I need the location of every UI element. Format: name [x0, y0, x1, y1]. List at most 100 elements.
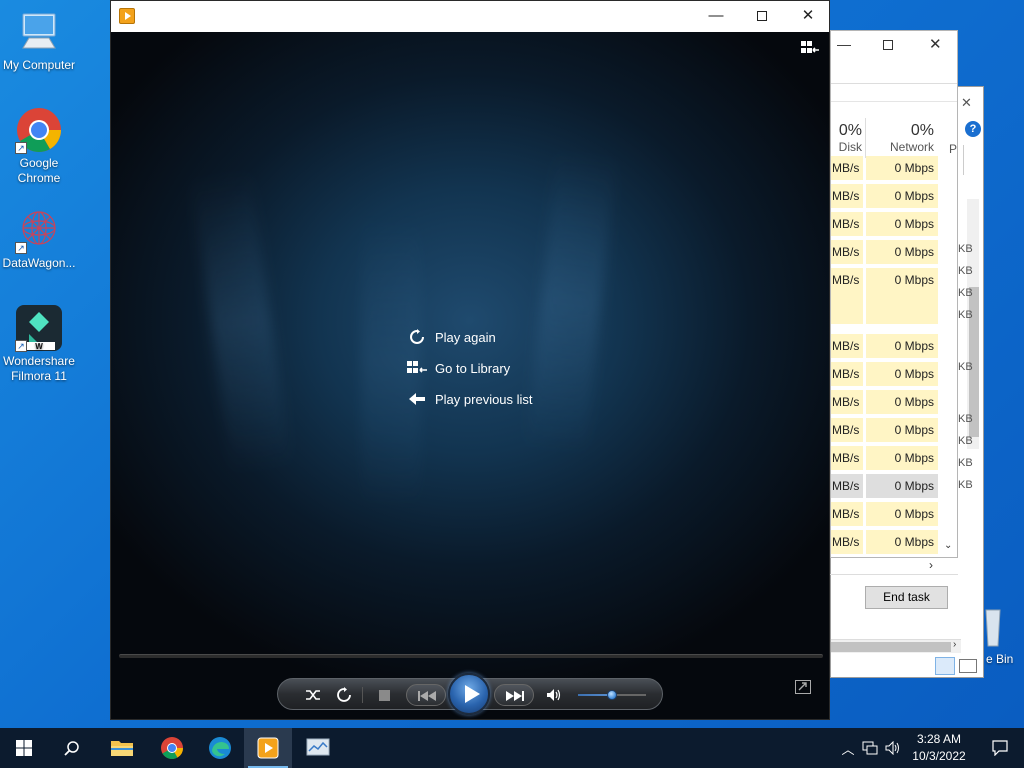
network-cell[interactable]: 0 Mbps [866, 212, 938, 236]
clock[interactable]: 3:28 AM 10/3/2022 [904, 731, 974, 765]
previous-button[interactable] [406, 684, 446, 706]
network-cell[interactable]: 0 Mbps [866, 390, 938, 414]
network-cell[interactable]: 0 Mbps [866, 530, 938, 554]
play-again-item[interactable]: Play again [407, 326, 496, 348]
next-button[interactable] [494, 684, 534, 706]
network-icon[interactable] [858, 741, 882, 755]
disk-cell[interactable]: MB/s [831, 418, 863, 442]
chevron-right-icon[interactable]: › [953, 639, 956, 650]
disk-cell[interactable]: MB/s [831, 240, 863, 264]
action-center-button[interactable] [976, 728, 1024, 768]
help-icon[interactable]: ? [965, 121, 981, 137]
network-cell[interactable]: 0 Mbps [866, 474, 938, 498]
network-cell[interactable]: 0 Mbps [866, 334, 938, 358]
background-streak [190, 169, 292, 475]
network-cell[interactable]: 0 Mbps [866, 362, 938, 386]
play-previous-list-item[interactable]: Play previous list [407, 388, 533, 410]
chevron-up-icon[interactable]: ︿ [838, 739, 858, 758]
go-to-library-item[interactable]: Go to Library [407, 357, 510, 379]
minimize-icon[interactable]: — [837, 36, 851, 52]
clock-time: 3:28 AM [916, 732, 962, 746]
stop-button[interactable] [375, 686, 393, 704]
vertical-scrollbar[interactable] [967, 199, 979, 449]
repeat-button[interactable] [335, 686, 353, 704]
taskbar-edge[interactable] [196, 728, 244, 768]
disk-cell[interactable]: MB/s [831, 156, 863, 180]
volume-knob[interactable] [607, 690, 617, 700]
next-icon [506, 691, 524, 701]
disk-cell[interactable]: MB/s [831, 390, 863, 414]
disk-cell[interactable]: MB/s [831, 502, 863, 526]
close-button[interactable]: ✕ [785, 1, 831, 32]
desktop-icon-label: DataWagon... [2, 256, 76, 270]
disk-cell[interactable]: MB/s [831, 530, 863, 554]
disk-cell[interactable]: MB/s [831, 362, 863, 386]
close-icon[interactable]: ✕ [961, 95, 972, 111]
network-cell[interactable] [866, 288, 938, 324]
fullscreen-button[interactable] [795, 680, 811, 697]
chevron-right-icon[interactable]: › [929, 558, 933, 572]
search-button[interactable] [48, 728, 96, 768]
maximize-icon[interactable] [883, 40, 893, 50]
memory-cell-partial: KB [958, 309, 973, 321]
disk-cell[interactable]: MB/s [831, 212, 863, 236]
disk-cell[interactable]: MB/s [831, 446, 863, 470]
memory-cell-partial: KB [958, 243, 973, 255]
network-cell[interactable]: 0 Mbps [866, 156, 938, 180]
disk-cell[interactable]: MB/s [831, 184, 863, 208]
disk-cell[interactable]: MB/s [831, 474, 863, 498]
taskbar-chrome[interactable] [148, 728, 196, 768]
repeat-icon [337, 687, 351, 702]
volume-icon[interactable] [882, 741, 904, 755]
details-view-icon[interactable] [935, 657, 955, 675]
network-cell[interactable]: 0 Mbps [866, 184, 938, 208]
back-arrow-icon [407, 393, 427, 405]
edge-icon [209, 737, 231, 759]
disk-cell[interactable] [831, 288, 863, 324]
video-area[interactable]: Play again Go to Library Play previous l… [111, 32, 829, 719]
memory-cell-partial: KB [958, 265, 973, 277]
shortcut-arrow-icon: ↗ [15, 242, 27, 254]
disk-percent: 0% [838, 122, 862, 139]
switch-to-library-icon[interactable] [801, 41, 819, 58]
network-column-header[interactable]: 0% Network [868, 122, 934, 154]
disk-column-header[interactable]: 0% Disk [832, 122, 862, 154]
minimize-button[interactable]: — [693, 1, 739, 32]
close-icon[interactable]: ✕ [929, 35, 942, 53]
maximize-button[interactable] [739, 1, 785, 32]
taskbar-file-explorer[interactable] [98, 728, 146, 768]
mute-button[interactable] [545, 686, 563, 704]
memory-cell-partial: KB [958, 457, 973, 469]
desktop-icon-google-chrome[interactable]: ↗ Google Chrome [0, 106, 78, 186]
previous-icon [418, 691, 436, 701]
playback-controls [277, 673, 663, 715]
desktop-icon-wondershare-filmora[interactable]: W ↗ Wondershare Filmora 11 [0, 304, 78, 384]
network-cell[interactable]: 0 Mbps [866, 240, 938, 264]
network-percent: 0% [910, 122, 934, 139]
shuffle-button[interactable] [304, 686, 322, 704]
network-cell[interactable]: 0 Mbps [866, 446, 938, 470]
tiles-view-icon[interactable] [959, 659, 977, 673]
search-icon [64, 741, 79, 756]
datawagon-icon: ↗ [15, 206, 63, 254]
memory-cell-partial: KB [958, 479, 973, 491]
taskbar-media-player[interactable] [244, 728, 292, 768]
windows-icon [16, 740, 32, 756]
end-task-button[interactable]: End task [865, 586, 948, 609]
taskbar-task-manager[interactable] [294, 728, 342, 768]
network-cell[interactable]: 0 Mbps [866, 502, 938, 526]
scrollbar-thumb[interactable] [831, 642, 951, 652]
network-cell[interactable]: 0 Mbps [866, 418, 938, 442]
horizontal-scrollbar[interactable] [831, 639, 961, 653]
partial-column-header[interactable]: P [949, 142, 957, 156]
shortcut-arrow-icon: ↗ [15, 340, 27, 352]
play-button[interactable] [448, 673, 490, 715]
media-player-titlebar[interactable]: — ✕ [111, 1, 829, 32]
media-player-icon [257, 737, 279, 759]
desktop-icon-datawagon[interactable]: ↗ DataWagon... [0, 206, 78, 271]
disk-cell[interactable]: MB/s [831, 334, 863, 358]
seek-bar[interactable] [119, 654, 823, 658]
chevron-down-icon[interactable]: ⌄ [944, 540, 952, 551]
desktop-icon-my-computer[interactable]: My Computer [0, 8, 78, 73]
start-button[interactable] [0, 728, 48, 768]
